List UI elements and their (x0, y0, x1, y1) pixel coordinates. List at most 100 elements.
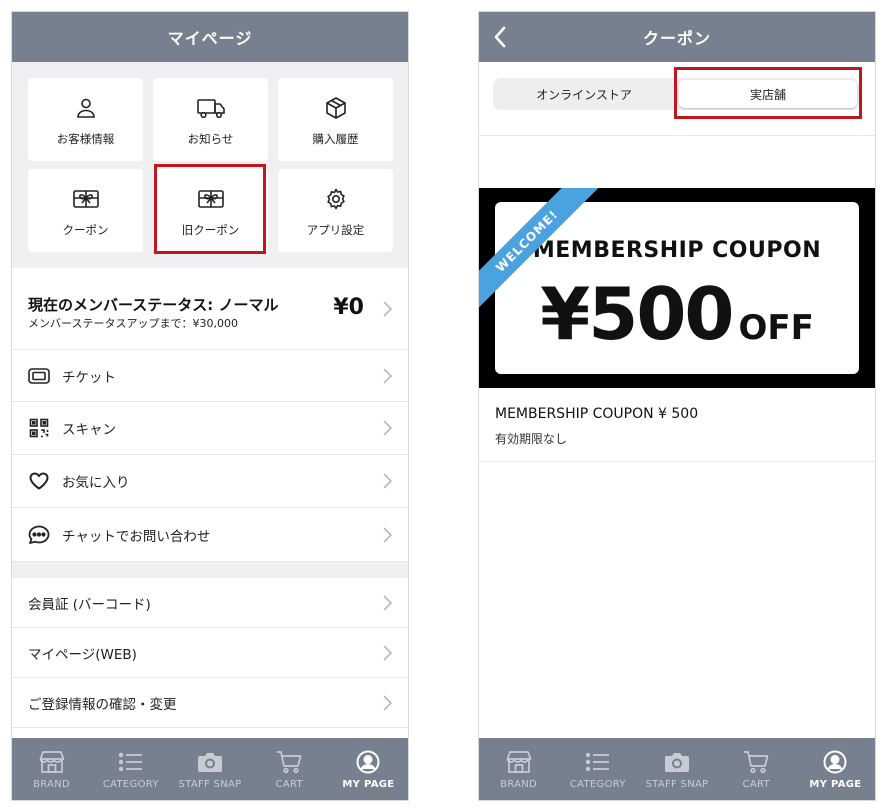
chevron-right-icon (383, 300, 392, 317)
member-status-row[interactable]: 現在のメンバーステータス: ノーマル メンバーステータスアップまで：¥30,00… (12, 268, 408, 350)
tile-label: 旧クーポン (181, 222, 240, 237)
chevron-right-icon (383, 473, 392, 489)
banner-title: MEMBERSHIP COUPON (532, 238, 822, 263)
menu-item-registration[interactable]: ご登録情報の確認・変更 (12, 678, 408, 728)
tab-cart[interactable]: CART (250, 738, 329, 800)
menu-item-favorites[interactable]: お気に入り (12, 455, 408, 508)
tile-customer-info[interactable]: お客様情報 (28, 78, 143, 161)
menu-item-ticket[interactable]: チケット (12, 350, 408, 402)
person-icon (71, 93, 101, 123)
page-title: クーポン (642, 29, 711, 48)
tab-label: CATEGORY (102, 778, 159, 790)
tab-label: BRAND (33, 778, 71, 790)
tile-label: お客様情報 (56, 131, 115, 146)
coupon-screen: クーポン オンラインストア 実店舗 MEMBERSHIP COUPON ¥500… (478, 11, 876, 801)
chevron-right-icon (383, 367, 392, 384)
tab-bar: BRAND CATEGORY STAFF SNAP CART MY PAGE (479, 738, 875, 800)
menu-label: チケット (62, 369, 116, 386)
box-icon (321, 93, 351, 123)
ticket-icon (28, 365, 50, 387)
status-subtitle: メンバーステータスアップまで：¥30,000 (28, 317, 238, 330)
chevron-left-icon (494, 26, 506, 48)
gift-icon (71, 184, 101, 214)
tab-cart[interactable]: CART (717, 738, 796, 800)
gift-icon (196, 184, 226, 214)
chevron-right-icon (383, 594, 392, 611)
tab-bar: BRAND CATEGORY STAFF SNAP CART MY PAGE (12, 738, 408, 800)
truck-icon (196, 93, 226, 123)
store-type-segment-area: オンラインストア 実店舗 (479, 62, 875, 136)
header-bar: クーポン (479, 12, 875, 62)
tab-staff-snap[interactable]: STAFF SNAP (637, 738, 716, 800)
status-title: 現在のメンバーステータス: ノーマル (28, 296, 279, 314)
menu-grid: お客様情報 お知らせ 購入履歴 クーポン 旧クーポン アプリ設定 (12, 62, 408, 268)
tab-staff-snap[interactable]: STAFF SNAP (170, 738, 249, 800)
menu-label: お気に入り (62, 475, 130, 491)
tab-label: STAFF SNAP (178, 778, 242, 790)
tab-label: BRAND (500, 778, 538, 790)
heart-icon (28, 470, 50, 492)
camera-icon (197, 749, 223, 775)
coupon-expiry: 有効期限なし (495, 432, 568, 446)
tile-label: お知らせ (187, 131, 234, 146)
tab-my-page[interactable]: MY PAGE (796, 738, 875, 800)
chevron-right-icon (383, 694, 392, 711)
page-title: マイページ (167, 29, 253, 48)
tab-label: MY PAGE (342, 778, 395, 790)
banner-amount: ¥500 (540, 272, 734, 356)
status-points: ¥0 (333, 295, 364, 320)
tab-brand[interactable]: BRAND (12, 738, 91, 800)
list-icon (585, 749, 611, 775)
chevron-right-icon (383, 644, 392, 661)
tab-label: MY PAGE (809, 778, 862, 790)
list-icon (118, 749, 144, 775)
banner-off: OFF (738, 308, 814, 348)
menu-item-scan[interactable]: スキャン (12, 402, 408, 455)
tile-label: クーポン (62, 222, 109, 237)
store-type-segmented-control: オンラインストア 実店舗 (493, 78, 859, 110)
menu-item-member-card[interactable]: 会員証 (バーコード) (12, 578, 408, 628)
cart-icon (276, 749, 302, 775)
tile-label: 購入履歴 (312, 131, 359, 146)
tab-brand[interactable]: BRAND (479, 738, 558, 800)
tab-label: CATEGORY (569, 778, 626, 790)
tab-category[interactable]: CATEGORY (558, 738, 637, 800)
coupon-item[interactable]: MEMBERSHIP COUPON ¥ 500 有効期限なし (479, 388, 875, 462)
user-circle-icon (822, 749, 848, 775)
tab-label: CART (742, 778, 770, 790)
qr-code-icon (28, 417, 50, 439)
camera-icon (664, 749, 690, 775)
tab-label: CART (275, 778, 303, 790)
tile-label: アプリ設定 (306, 222, 365, 237)
mypage-screen: マイページ お客様情報 お知らせ 購入履歴 クーポン 旧クーポン アプリ設定 現… (11, 11, 409, 801)
chevron-right-icon (383, 526, 392, 543)
tile-app-settings[interactable]: アプリ設定 (278, 169, 393, 252)
coupon-name: MEMBERSHIP COUPON ¥ 500 (495, 406, 699, 422)
store-icon (39, 749, 65, 775)
tab-category[interactable]: CATEGORY (91, 738, 170, 800)
back-button[interactable] (485, 20, 515, 54)
coupon-banner[interactable]: MEMBERSHIP COUPON ¥500 OFF WELCOME! (479, 188, 875, 388)
tab-my-page[interactable]: MY PAGE (329, 738, 408, 800)
menu-label: マイページ(WEB) (28, 646, 137, 663)
section-divider (12, 562, 408, 578)
segment-physical-store[interactable]: 実店舗 (679, 80, 857, 108)
segment-online-store[interactable]: オンラインストア (495, 80, 673, 108)
menu-label: ご登録情報の確認・変更 (28, 696, 177, 713)
chat-icon (28, 524, 50, 546)
tab-label: STAFF SNAP (645, 778, 709, 790)
banner-amount-row: ¥500 OFF (495, 272, 859, 356)
menu-label: スキャン (62, 422, 116, 438)
tile-notifications[interactable]: お知らせ (153, 78, 268, 161)
menu-item-mypage-web[interactable]: マイページ(WEB) (12, 628, 408, 678)
tile-old-coupon[interactable]: 旧クーポン (153, 169, 268, 252)
menu-label: 会員証 (バーコード) (28, 596, 151, 613)
user-circle-icon (355, 749, 381, 775)
tile-coupon[interactable]: クーポン (28, 169, 143, 252)
menu-item-chat[interactable]: チャットでお問い合わせ (12, 508, 408, 562)
store-icon (506, 749, 532, 775)
gear-icon (321, 184, 351, 214)
menu-label: チャットでお問い合わせ (62, 528, 211, 545)
tile-purchase-history[interactable]: 購入履歴 (278, 78, 393, 161)
chevron-right-icon (383, 420, 392, 436)
